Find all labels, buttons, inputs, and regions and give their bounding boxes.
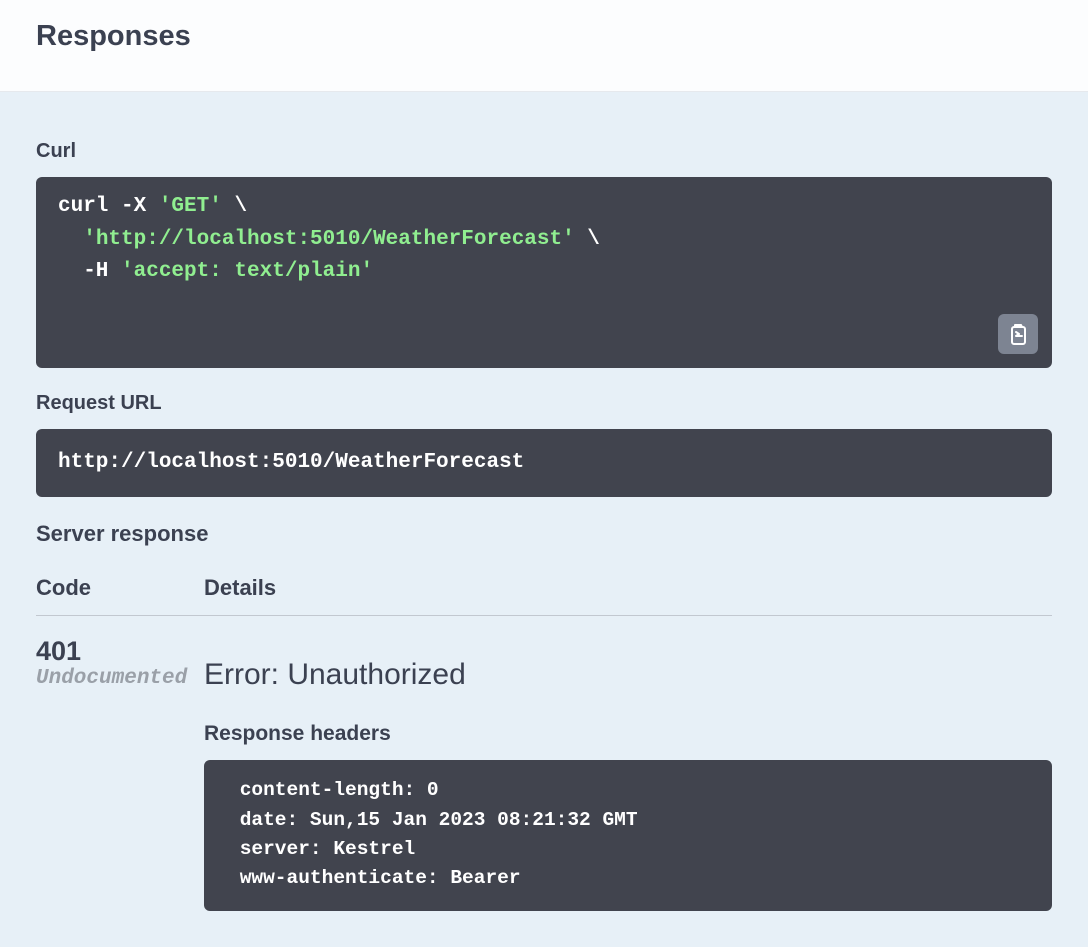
header-line: server: Kestrel [228, 835, 1028, 864]
curl-label: Curl [36, 140, 1052, 163]
responses-body: Curl curl -X 'GET' \ 'http://localhost:5… [0, 92, 1088, 947]
curl-cmd: curl -X [58, 195, 159, 218]
details-cell: Error: Unauthorized Response headers con… [204, 638, 1052, 911]
error-message: Error: Unauthorized [204, 658, 1052, 692]
curl-indent1 [58, 228, 83, 251]
section-title: Responses [36, 20, 1052, 53]
server-response-label: Server response [36, 521, 1052, 547]
status-code: 401 [36, 638, 192, 665]
code-cell: 401 Undocumented [36, 638, 204, 690]
response-headers-label: Response headers [204, 722, 1052, 746]
col-details-header: Details [204, 575, 276, 601]
copy-button[interactable] [998, 314, 1038, 354]
response-table-header: Code Details [36, 575, 1052, 616]
request-url-label: Request URL [36, 392, 1052, 415]
responses-header-bar: Responses [0, 0, 1088, 92]
curl-method: 'GET' [159, 195, 222, 218]
curl-block: curl -X 'GET' \ 'http://localhost:5010/W… [36, 177, 1052, 368]
undocumented-label: Undocumented [36, 667, 192, 690]
curl-indent2: -H [58, 260, 121, 283]
response-headers-block: content-length: 0 date: Sun,15 Jan 2023 … [204, 760, 1052, 911]
col-code-header: Code [36, 575, 204, 601]
header-line: www-authenticate: Bearer [228, 864, 1028, 893]
clipboard-icon [1006, 322, 1030, 346]
curl-slash2: \ [575, 228, 600, 251]
request-url-block: http://localhost:5010/WeatherForecast [36, 429, 1052, 498]
curl-header: 'accept: text/plain' [121, 260, 373, 283]
curl-slash1: \ [222, 195, 247, 218]
header-line: content-length: 0 [228, 776, 1028, 805]
header-line: date: Sun,15 Jan 2023 08:21:32 GMT [228, 806, 1028, 835]
response-row: 401 Undocumented Error: Unauthorized Res… [36, 638, 1052, 911]
request-url-value: http://localhost:5010/WeatherForecast [58, 451, 524, 474]
curl-url: 'http://localhost:5010/WeatherForecast' [83, 228, 574, 251]
